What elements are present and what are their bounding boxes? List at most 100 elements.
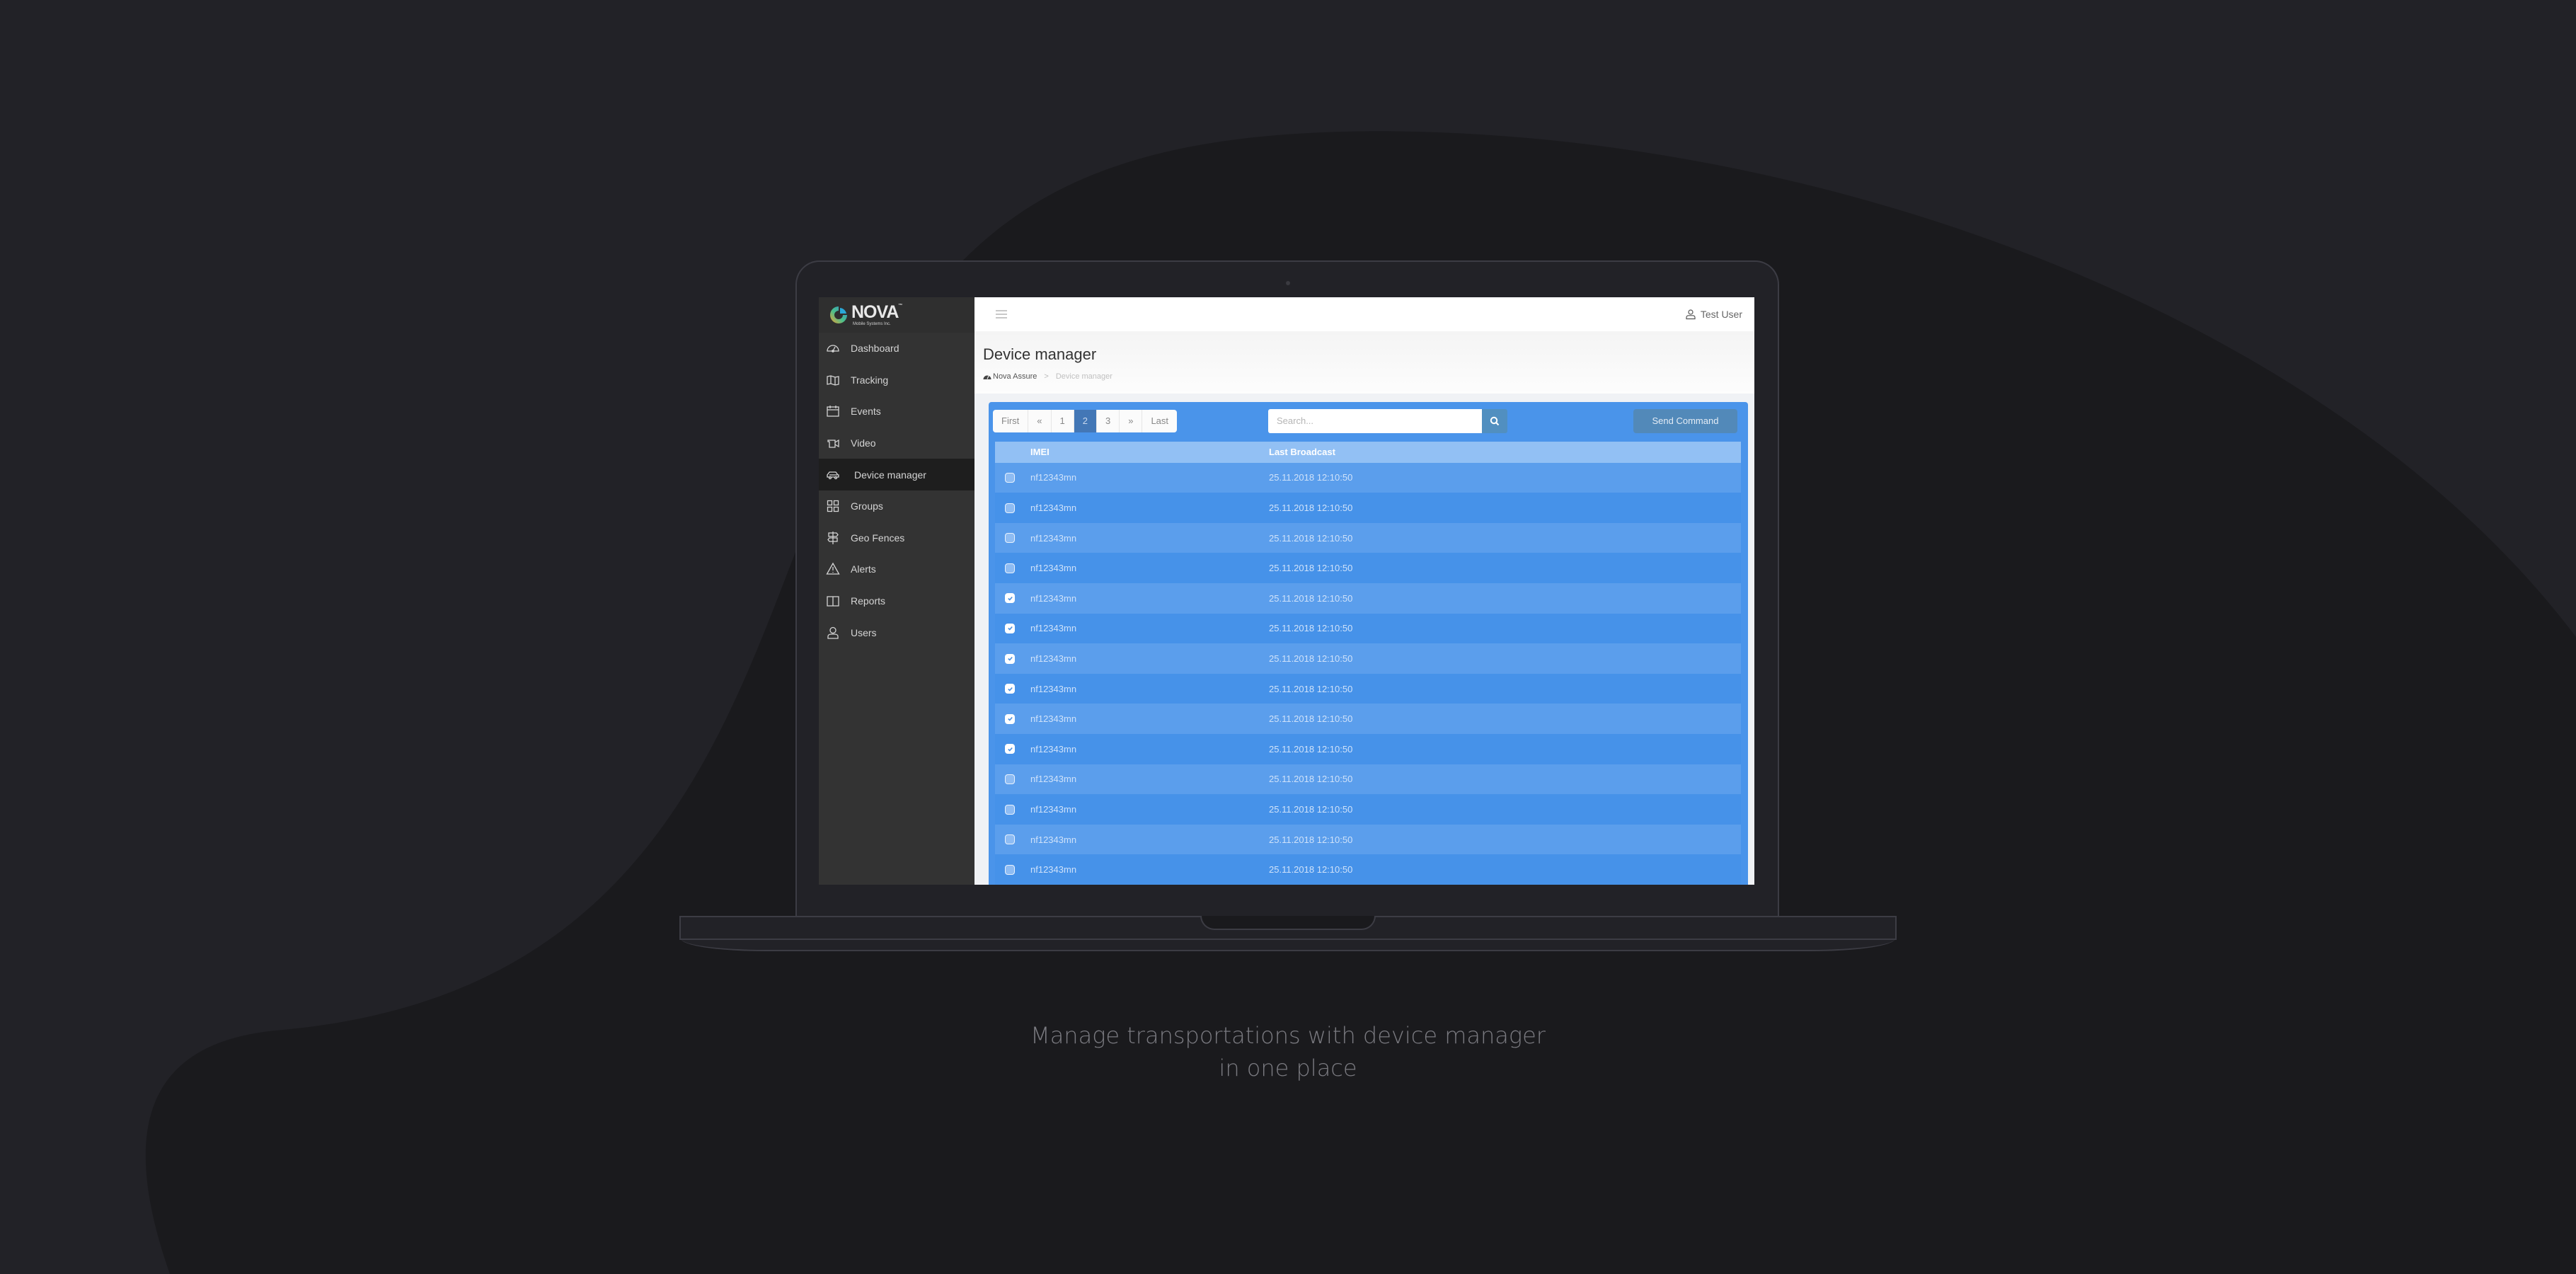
- signpost-icon: [826, 531, 840, 545]
- row-checkbox[interactable]: [1005, 804, 1015, 815]
- sidebar-item-video[interactable]: Video: [819, 427, 974, 459]
- dashboard-icon: [983, 375, 991, 380]
- calendar-icon: [826, 404, 840, 418]
- brand-tagline: Mobile Systems Inc.: [853, 322, 891, 326]
- row-checkbox[interactable]: [1005, 713, 1015, 724]
- device-table: IMEI Last Broadcast nf12343mn 25.11.2018 …: [995, 441, 1741, 885]
- grid-icon: [826, 499, 840, 513]
- checkmark-icon: [1007, 687, 1013, 691]
- cell-last-broadcast: 25.11.2018 12:10:50: [1269, 503, 1353, 514]
- page-2-button[interactable]: 2: [1074, 409, 1097, 432]
- row-checkbox[interactable]: [1005, 472, 1015, 483]
- user-name: Test User: [1700, 309, 1742, 321]
- cell-imei: nf12343mn: [1030, 592, 1077, 604]
- page-3-button[interactable]: 3: [1097, 409, 1120, 432]
- cell-imei: nf12343mn: [1030, 563, 1077, 574]
- row-checkbox[interactable]: [1005, 533, 1015, 544]
- row-checkbox[interactable]: [1005, 834, 1015, 845]
- sidebar-item-dashboard[interactable]: Dashboard: [819, 333, 974, 365]
- map-icon: [826, 373, 840, 387]
- table-row[interactable]: nf12343mn 25.11.2018 12:10:50: [995, 553, 1741, 584]
- column-header-last-broadcast[interactable]: Last Broadcast: [1269, 447, 1335, 457]
- logo[interactable]: NOVA™ Mobile Systems Inc.: [819, 297, 974, 333]
- cell-last-broadcast: 25.11.2018 12:10:50: [1269, 563, 1353, 574]
- row-checkbox[interactable]: [1005, 623, 1015, 633]
- app-screen: NOVA™ Mobile Systems Inc. Dashboard Trac…: [819, 297, 1754, 885]
- table-row[interactable]: nf12343mn 25.11.2018 12:10:50: [995, 794, 1741, 825]
- page-last-button[interactable]: Last: [1142, 410, 1177, 432]
- content: First « 1 2 3 » Last Send Comma: [974, 393, 1754, 885]
- search-input[interactable]: [1268, 408, 1482, 433]
- nova-logo-icon: [830, 306, 847, 323]
- cell-last-broadcast: 25.11.2018 12:10:50: [1269, 683, 1353, 694]
- page-title: Device manager: [983, 345, 1097, 364]
- table-row[interactable]: nf12343mn 25.11.2018 12:10:50: [995, 522, 1741, 553]
- table-row[interactable]: nf12343mn 25.11.2018 12:10:50: [995, 462, 1741, 493]
- row-checkbox[interactable]: [1005, 744, 1015, 754]
- search-button[interactable]: [1482, 408, 1507, 433]
- page-next-button[interactable]: »: [1120, 409, 1143, 432]
- sidebar-item-events[interactable]: Events: [819, 396, 974, 427]
- sidebar: NOVA™ Mobile Systems Inc. Dashboard Trac…: [819, 297, 974, 885]
- breadcrumb-current: Device manager: [1055, 372, 1112, 381]
- table-row[interactable]: nf12343mn 25.11.2018 12:10:50: [995, 824, 1741, 855]
- row-checkbox[interactable]: [1005, 503, 1015, 513]
- table-row[interactable]: nf12343mn 25.11.2018 12:10:50: [995, 643, 1741, 674]
- sidebar-item-tracking[interactable]: Tracking: [819, 365, 974, 396]
- checkmark-icon: [1007, 717, 1013, 721]
- row-checkbox[interactable]: [1005, 653, 1015, 664]
- table-row[interactable]: nf12343mn 25.11.2018 12:10:50: [995, 583, 1741, 614]
- table-row[interactable]: nf12343mn 25.11.2018 12:10:50: [995, 734, 1741, 764]
- search-group: [1268, 408, 1507, 433]
- cell-last-broadcast: 25.11.2018 12:10:50: [1269, 472, 1353, 483]
- sidebar-item-groups[interactable]: Groups: [819, 490, 974, 522]
- sidebar-item-alerts[interactable]: Alerts: [819, 553, 974, 585]
- laptop-camera: [1286, 281, 1290, 285]
- table-row[interactable]: nf12343mn 25.11.2018 12:10:50: [995, 673, 1741, 704]
- sidebar-item-reports[interactable]: Reports: [819, 585, 974, 617]
- car-icon: [826, 468, 840, 482]
- page-1-button[interactable]: 1: [1052, 409, 1074, 432]
- book-icon: [826, 594, 840, 608]
- breadcrumb: Nova Assure > Device manager: [983, 372, 1748, 381]
- table-row[interactable]: nf12343mn 25.11.2018 12:10:50: [995, 764, 1741, 795]
- checkmark-icon: [1007, 626, 1013, 631]
- sidebar-item-users[interactable]: Users: [819, 616, 974, 648]
- cell-imei: nf12343mn: [1030, 713, 1077, 725]
- sidebar-item-device-manager[interactable]: Device manager: [819, 459, 974, 490]
- cell-imei: nf12343mn: [1030, 472, 1077, 483]
- page-first-button[interactable]: First: [993, 409, 1029, 432]
- cell-imei: nf12343mn: [1030, 743, 1077, 754]
- device-panel: First « 1 2 3 » Last Send Comma: [989, 401, 1748, 885]
- user-menu[interactable]: Test User: [1685, 309, 1742, 320]
- warning-icon: [826, 562, 840, 576]
- row-checkbox[interactable]: [1005, 563, 1015, 573]
- row-checkbox[interactable]: [1005, 774, 1015, 784]
- cell-imei: nf12343mn: [1030, 653, 1077, 665]
- checkmark-icon: [1007, 657, 1013, 661]
- cell-last-broadcast: 25.11.2018 12:10:50: [1269, 774, 1353, 785]
- page-header: Device manager Nova Assure > Device mana…: [974, 331, 1754, 394]
- table-row[interactable]: nf12343mn 25.11.2018 12:10:50: [995, 854, 1741, 885]
- table-row[interactable]: nf12343mn 25.11.2018 12:10:50: [995, 493, 1741, 523]
- table-row[interactable]: nf12343mn 25.11.2018 12:10:50: [995, 704, 1741, 735]
- row-checkbox[interactable]: [1005, 864, 1015, 875]
- row-checkbox[interactable]: [1005, 684, 1015, 694]
- laptop-base-bottom: [681, 939, 1895, 951]
- caption: Manage transportations with device manag…: [0, 1019, 2576, 1084]
- page-prev-button[interactable]: «: [1028, 409, 1052, 432]
- cell-last-broadcast: 25.11.2018 12:10:50: [1269, 743, 1353, 754]
- cell-last-broadcast: 25.11.2018 12:10:50: [1269, 713, 1353, 725]
- cell-imei: nf12343mn: [1030, 774, 1077, 785]
- sidebar-item-geo-fences[interactable]: Geo Fences: [819, 522, 974, 554]
- main-area: Test User Device manager Nova Assure > D…: [974, 297, 1754, 885]
- menu-toggle-icon[interactable]: [996, 310, 1007, 319]
- breadcrumb-home[interactable]: Nova Assure: [983, 372, 1037, 381]
- user-icon: [1686, 309, 1696, 320]
- cell-imei: nf12343mn: [1030, 532, 1077, 544]
- table-row[interactable]: nf12343mn 25.11.2018 12:10:50: [995, 613, 1741, 644]
- column-header-imei[interactable]: IMEI: [1030, 447, 1269, 457]
- send-command-button[interactable]: Send Command: [1633, 408, 1737, 433]
- checkmark-icon: [1007, 747, 1013, 752]
- row-checkbox[interactable]: [1005, 593, 1015, 604]
